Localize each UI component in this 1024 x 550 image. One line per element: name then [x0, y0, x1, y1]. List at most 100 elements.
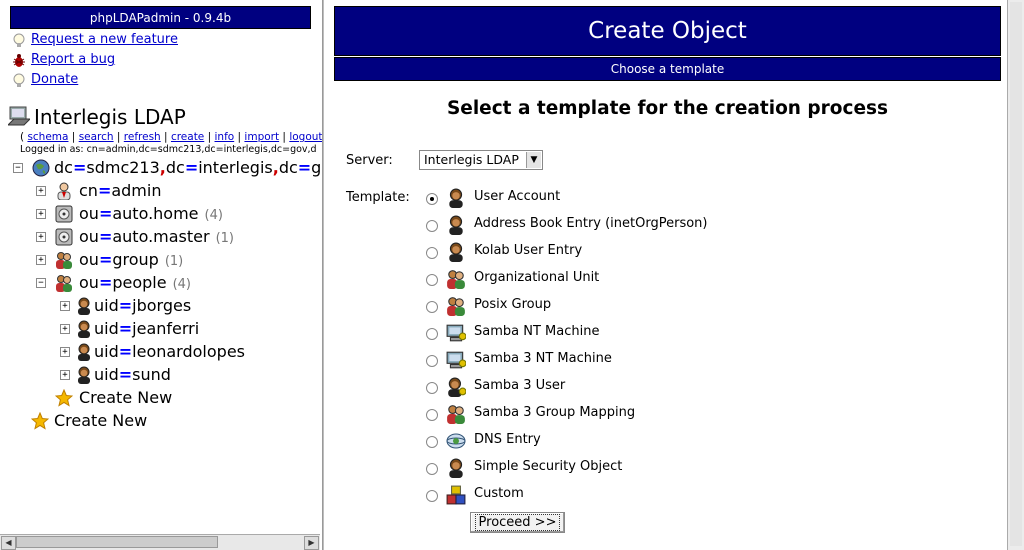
user-icon — [449, 215, 463, 235]
tree-node-group[interactable]: + ou=group (1) — [0, 249, 322, 271]
tree-node-jborges[interactable]: + uid=jborges — [0, 295, 322, 317]
template-radio[interactable] — [426, 328, 438, 340]
scroll-right-button[interactable]: ▶ — [304, 536, 319, 550]
template-label: User Account — [474, 189, 561, 204]
tree-node-auto-home[interactable]: + ou=auto.home (4) — [0, 203, 322, 225]
server-name: Interlegis LDAP — [34, 105, 186, 129]
server-links: ( schema | search | refresh | create | i… — [20, 131, 322, 143]
server-select[interactable]: Interlegis LDAP ▼ — [419, 150, 543, 170]
template-radio[interactable] — [426, 490, 438, 502]
template-radio[interactable] — [426, 355, 438, 367]
user-icon — [78, 297, 90, 315]
expand-toggle[interactable]: + — [36, 209, 46, 219]
create-new-root-link[interactable]: Create New — [0, 410, 322, 432]
admin-user-icon — [57, 182, 71, 200]
template-radio[interactable] — [426, 193, 438, 205]
vertical-scrollbar[interactable] — [1007, 0, 1024, 550]
template-radio[interactable] — [426, 382, 438, 394]
cubes-icon — [446, 485, 466, 505]
user-icon — [78, 366, 90, 384]
template-label: Samba 3 NT Machine — [474, 351, 612, 366]
group-icon — [56, 275, 72, 292]
scroll-track[interactable] — [1010, 2, 1022, 546]
server-select-value: Interlegis LDAP — [424, 152, 519, 167]
drive-icon — [55, 205, 73, 223]
request-feature-link-row: Request a new feature — [12, 32, 178, 50]
node-label: ou=people (4) — [79, 273, 191, 292]
template-radio[interactable] — [426, 409, 438, 421]
template-radio[interactable] — [426, 274, 438, 286]
template-radio[interactable] — [426, 436, 438, 448]
server-title: Interlegis LDAP — [8, 105, 186, 129]
create-link[interactable]: create — [171, 131, 204, 143]
node-label: uid=jborges — [94, 296, 192, 315]
donate-link-row: Donate — [12, 72, 78, 90]
template-radio[interactable] — [426, 220, 438, 232]
template-label: DNS Entry — [474, 432, 541, 447]
schema-link[interactable]: schema — [27, 131, 68, 143]
tree-node-jeanferri[interactable]: + uid=jeanferri — [0, 318, 322, 340]
root-dn: dc=sdmc213,dc=interlegis,dc=go — [54, 158, 322, 177]
expand-toggle[interactable]: + — [36, 186, 46, 196]
template-label: Samba 3 Group Mapping — [474, 405, 636, 420]
frame-divider[interactable] — [322, 0, 325, 550]
tree-root-node[interactable]: − dc=sdmc213,dc=interlegis,dc=go — [0, 157, 322, 179]
proceed-button[interactable]: Proceed >> — [470, 512, 565, 533]
dropdown-arrow-icon[interactable]: ▼ — [526, 152, 541, 168]
request-feature-link[interactable]: Request a new feature — [31, 32, 178, 47]
collapse-toggle[interactable]: − — [13, 163, 23, 173]
tree-node-admin[interactable]: + cn=admin — [0, 180, 322, 202]
group-icon — [447, 270, 465, 289]
collapse-toggle[interactable]: − — [36, 278, 46, 288]
star-icon — [31, 412, 49, 430]
bug-icon — [13, 54, 25, 67]
scroll-thumb[interactable] — [16, 536, 218, 548]
search-link[interactable]: search — [79, 131, 114, 143]
server-icon — [8, 106, 30, 126]
expand-toggle[interactable]: + — [60, 347, 70, 357]
import-link[interactable]: import — [244, 131, 279, 143]
expand-toggle[interactable]: + — [36, 255, 46, 265]
template-label: Template: — [346, 190, 410, 205]
node-label: cn=admin — [79, 181, 162, 200]
info-link[interactable]: info — [215, 131, 235, 143]
report-bug-link[interactable]: Report a bug — [31, 52, 115, 67]
node-label: uid=leonardolopes — [94, 342, 245, 361]
node-label: ou=group (1) — [79, 250, 184, 269]
user-icon — [449, 242, 463, 262]
template-radio[interactable] — [426, 247, 438, 259]
logout-link[interactable]: logout — [289, 131, 322, 143]
tree-node-auto-master[interactable]: + ou=auto.master (1) — [0, 226, 322, 248]
tree-node-leonardolopes[interactable]: + uid=leonardolopes — [0, 341, 322, 363]
donate-link[interactable]: Donate — [31, 72, 78, 87]
node-label: uid=jeanferri — [94, 319, 200, 338]
app-banner: phpLDAPadmin - 0.9.4b — [10, 6, 311, 29]
horizontal-scrollbar[interactable]: ◀ ▶ — [0, 534, 320, 550]
user-icon — [449, 458, 463, 478]
expand-toggle[interactable]: + — [60, 324, 70, 334]
expand-toggle[interactable]: + — [60, 370, 70, 380]
refresh-link[interactable]: refresh — [124, 131, 161, 143]
node-label: ou=auto.master (1) — [79, 227, 234, 246]
globe-icon — [32, 159, 50, 177]
template-label: Samba 3 User — [474, 378, 566, 393]
template-label: Posix Group — [474, 297, 552, 312]
create-new-child-link[interactable]: Create New — [0, 387, 322, 409]
expand-toggle[interactable]: + — [36, 232, 46, 242]
tree-node-people[interactable]: − ou=people (4) — [0, 272, 322, 294]
template-label: Address Book Entry (inetOrgPerson) — [474, 216, 708, 231]
tree-node-sund[interactable]: + uid=sund — [0, 364, 322, 386]
template-radio[interactable] — [426, 301, 438, 313]
template-label: Kolab User Entry — [474, 243, 583, 258]
template-radio[interactable] — [426, 463, 438, 475]
expand-toggle[interactable]: + — [60, 301, 70, 311]
scroll-left-button[interactable]: ◀ — [1, 536, 16, 550]
node-label: uid=sund — [94, 365, 171, 384]
group-icon — [447, 405, 465, 424]
lightbulb-icon — [13, 73, 25, 87]
user-icon — [449, 188, 463, 208]
computer-icon — [446, 351, 466, 369]
group-icon — [447, 297, 465, 316]
report-bug-link-row: Report a bug — [12, 52, 115, 70]
tree-viewport: phpLDAPadmin - 0.9.4b Request a new feat… — [0, 0, 322, 534]
